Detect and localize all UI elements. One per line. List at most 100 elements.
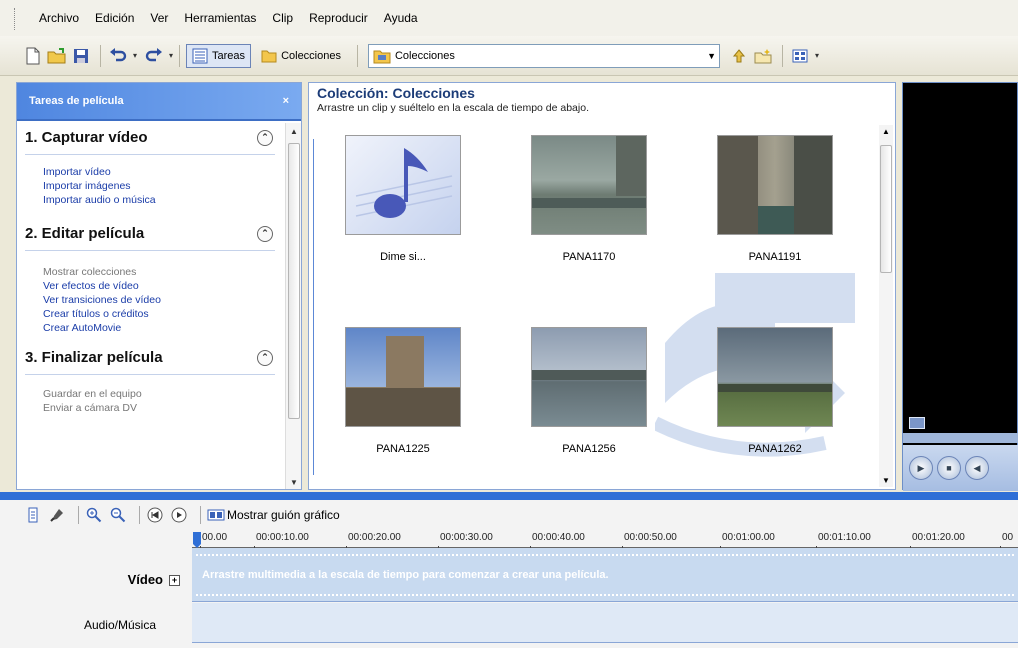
movie-tasks-pane: Tareas de película × 1. Capturar vídeo ⌃… <box>16 82 302 490</box>
rewind-icon[interactable] <box>146 506 164 524</box>
timeline-hint: Arrastre multimedia a la escala de tiemp… <box>202 569 609 581</box>
stop-icon[interactable]: ■ <box>937 456 961 480</box>
redo-icon[interactable] <box>143 45 165 67</box>
menu-clip[interactable]: Clip <box>271 9 294 27</box>
link-import-audio[interactable]: Importar audio o música <box>43 193 275 207</box>
storyboard-icon[interactable] <box>207 506 225 524</box>
track-dotted-border <box>196 594 1014 596</box>
section-title-text: 3. Finalizar película <box>25 349 163 366</box>
timeline-ruler[interactable]: 00.00 00:00:10.00 00:00:20.00 00:00:30.0… <box>192 530 1018 550</box>
link-titles-credits[interactable]: Crear títulos o créditos <box>43 307 275 321</box>
chevron-down-icon[interactable]: ▼ <box>707 51 716 61</box>
monitor-snapshot-icon[interactable] <box>909 417 925 429</box>
close-icon[interactable]: × <box>283 95 289 107</box>
clip-item[interactable]: PANA1225 <box>345 327 461 455</box>
video-clip-thumbnail <box>717 327 833 427</box>
link-video-effects[interactable]: Ver efectos de vídeo <box>43 279 275 293</box>
section-title[interactable]: 3. Finalizar película ⌃ <box>25 341 275 375</box>
video-clip-thumbnail <box>717 135 833 235</box>
tasks-button[interactable]: Tareas <box>186 43 252 68</box>
link-save-to-computer[interactable]: Guardar en el equipo <box>43 387 275 401</box>
save-icon[interactable] <box>70 45 92 67</box>
video-track-label-text: Vídeo <box>127 572 163 587</box>
scrollbar-thumb[interactable] <box>288 143 300 419</box>
track-labels: Vídeo + Audio/Música <box>0 548 192 648</box>
ruler-tick: 00:00:30.00 <box>438 532 493 550</box>
menu-ver[interactable]: Ver <box>149 9 169 27</box>
redo-dropdown-icon[interactable]: ▾ <box>169 51 173 60</box>
scroll-up-icon[interactable]: ▲ <box>882 127 890 136</box>
video-track[interactable]: Arrastre multimedia a la escala de tiemp… <box>192 548 1018 602</box>
toolbar-separator <box>78 506 79 524</box>
ruler-tick: 00:01:00.00 <box>720 532 775 550</box>
new-collection-icon[interactable] <box>752 45 774 67</box>
toolbar-separator <box>100 44 101 67</box>
views-icon[interactable] <box>789 45 811 67</box>
zoom-out-icon[interactable] <box>109 506 127 524</box>
zoom-in-icon[interactable] <box>85 506 103 524</box>
collection-folder-icon <box>373 50 391 63</box>
playhead-icon[interactable] <box>192 530 202 548</box>
menu-edicion[interactable]: Edición <box>94 9 135 27</box>
clip-item[interactable]: PANA1256 <box>531 327 647 455</box>
audio-track[interactable] <box>192 603 1018 643</box>
play-timeline-icon[interactable] <box>170 506 188 524</box>
narrate-timeline-icon[interactable] <box>48 506 66 524</box>
menu-archivo[interactable]: Archivo <box>38 9 80 27</box>
folder-icon <box>261 50 277 62</box>
set-audio-levels-icon[interactable] <box>24 506 42 524</box>
section-title-text: 2. Editar película <box>25 225 145 242</box>
pane-splitter[interactable] <box>0 492 1018 500</box>
expand-track-icon[interactable]: + <box>169 575 180 587</box>
views-dropdown-icon[interactable]: ▾ <box>815 51 819 60</box>
toolbar-separator <box>139 506 140 524</box>
scroll-down-icon[interactable]: ▼ <box>290 478 298 487</box>
collections-button[interactable]: Colecciones <box>255 44 347 68</box>
previous-frame-icon[interactable]: ◀ <box>965 456 989 480</box>
scroll-up-icon[interactable]: ▲ <box>290 127 298 136</box>
menu-ayuda[interactable]: Ayuda <box>383 9 419 27</box>
clip-item[interactable]: PANA1191 <box>717 135 833 263</box>
new-project-icon[interactable] <box>22 45 44 67</box>
collapse-icon[interactable]: ⌃ <box>257 129 273 146</box>
toolbar-separator <box>781 44 783 67</box>
clip-item[interactable]: PANA1170 <box>531 135 647 263</box>
collapse-icon[interactable]: ⌃ <box>257 225 273 242</box>
open-project-icon[interactable] <box>46 45 68 67</box>
ruler-tick: 00:01:10.00 <box>816 532 871 550</box>
link-automovie[interactable]: Crear AutoMovie <box>43 321 275 335</box>
clip-image <box>718 384 832 392</box>
collapse-icon[interactable]: ⌃ <box>257 349 273 366</box>
scrollbar-thumb[interactable] <box>880 145 892 273</box>
collection-scrollbar[interactable]: ▲ ▼ <box>879 125 893 487</box>
clip-label: Dime si... <box>380 251 426 263</box>
seek-bar[interactable] <box>903 433 1018 443</box>
collection-pane: Colección: Colecciones Arrastre un clip … <box>308 82 896 490</box>
music-note-icon <box>355 148 453 218</box>
section-capture: 1. Capturar vídeo ⌃ Importar vídeo Impor… <box>17 121 301 217</box>
clip-item[interactable]: PANA1262 <box>717 327 833 455</box>
link-import-images[interactable]: Importar imágenes <box>43 179 275 193</box>
play-icon[interactable]: ▶ <box>909 456 933 480</box>
tasks-label: Tareas <box>212 49 246 62</box>
toolbar-separator <box>356 44 358 67</box>
menu-reproducir[interactable]: Reproducir <box>308 9 369 27</box>
clip-item[interactable]: Dime si... <box>345 135 461 263</box>
show-storyboard-button[interactable]: Mostrar guión gráfico <box>227 508 340 522</box>
toolbar-separator <box>200 506 201 524</box>
undo-icon[interactable] <box>107 45 129 67</box>
up-level-icon[interactable] <box>728 45 750 67</box>
link-send-to-dv[interactable]: Enviar a cámara DV <box>43 401 275 415</box>
collections-combo[interactable]: Colecciones ▼ <box>367 43 720 68</box>
section-finish: 3. Finalizar película ⌃ Guardar en el eq… <box>17 341 301 421</box>
menu-herramientas[interactable]: Herramientas <box>183 9 257 27</box>
section-title[interactable]: 2. Editar película ⌃ <box>25 217 275 251</box>
link-video-transitions[interactable]: Ver transiciones de vídeo <box>43 293 275 307</box>
link-import-video[interactable]: Importar vídeo <box>43 165 275 179</box>
collection-header: Colección: Colecciones Arrastre un clip … <box>309 83 895 121</box>
undo-dropdown-icon[interactable]: ▾ <box>133 51 137 60</box>
section-title[interactable]: 1. Capturar vídeo ⌃ <box>25 121 275 155</box>
scroll-down-icon[interactable]: ▼ <box>882 476 890 485</box>
clip-label: PANA1225 <box>376 443 430 455</box>
taskpane-scrollbar[interactable]: ▲ ▼ <box>285 123 301 489</box>
